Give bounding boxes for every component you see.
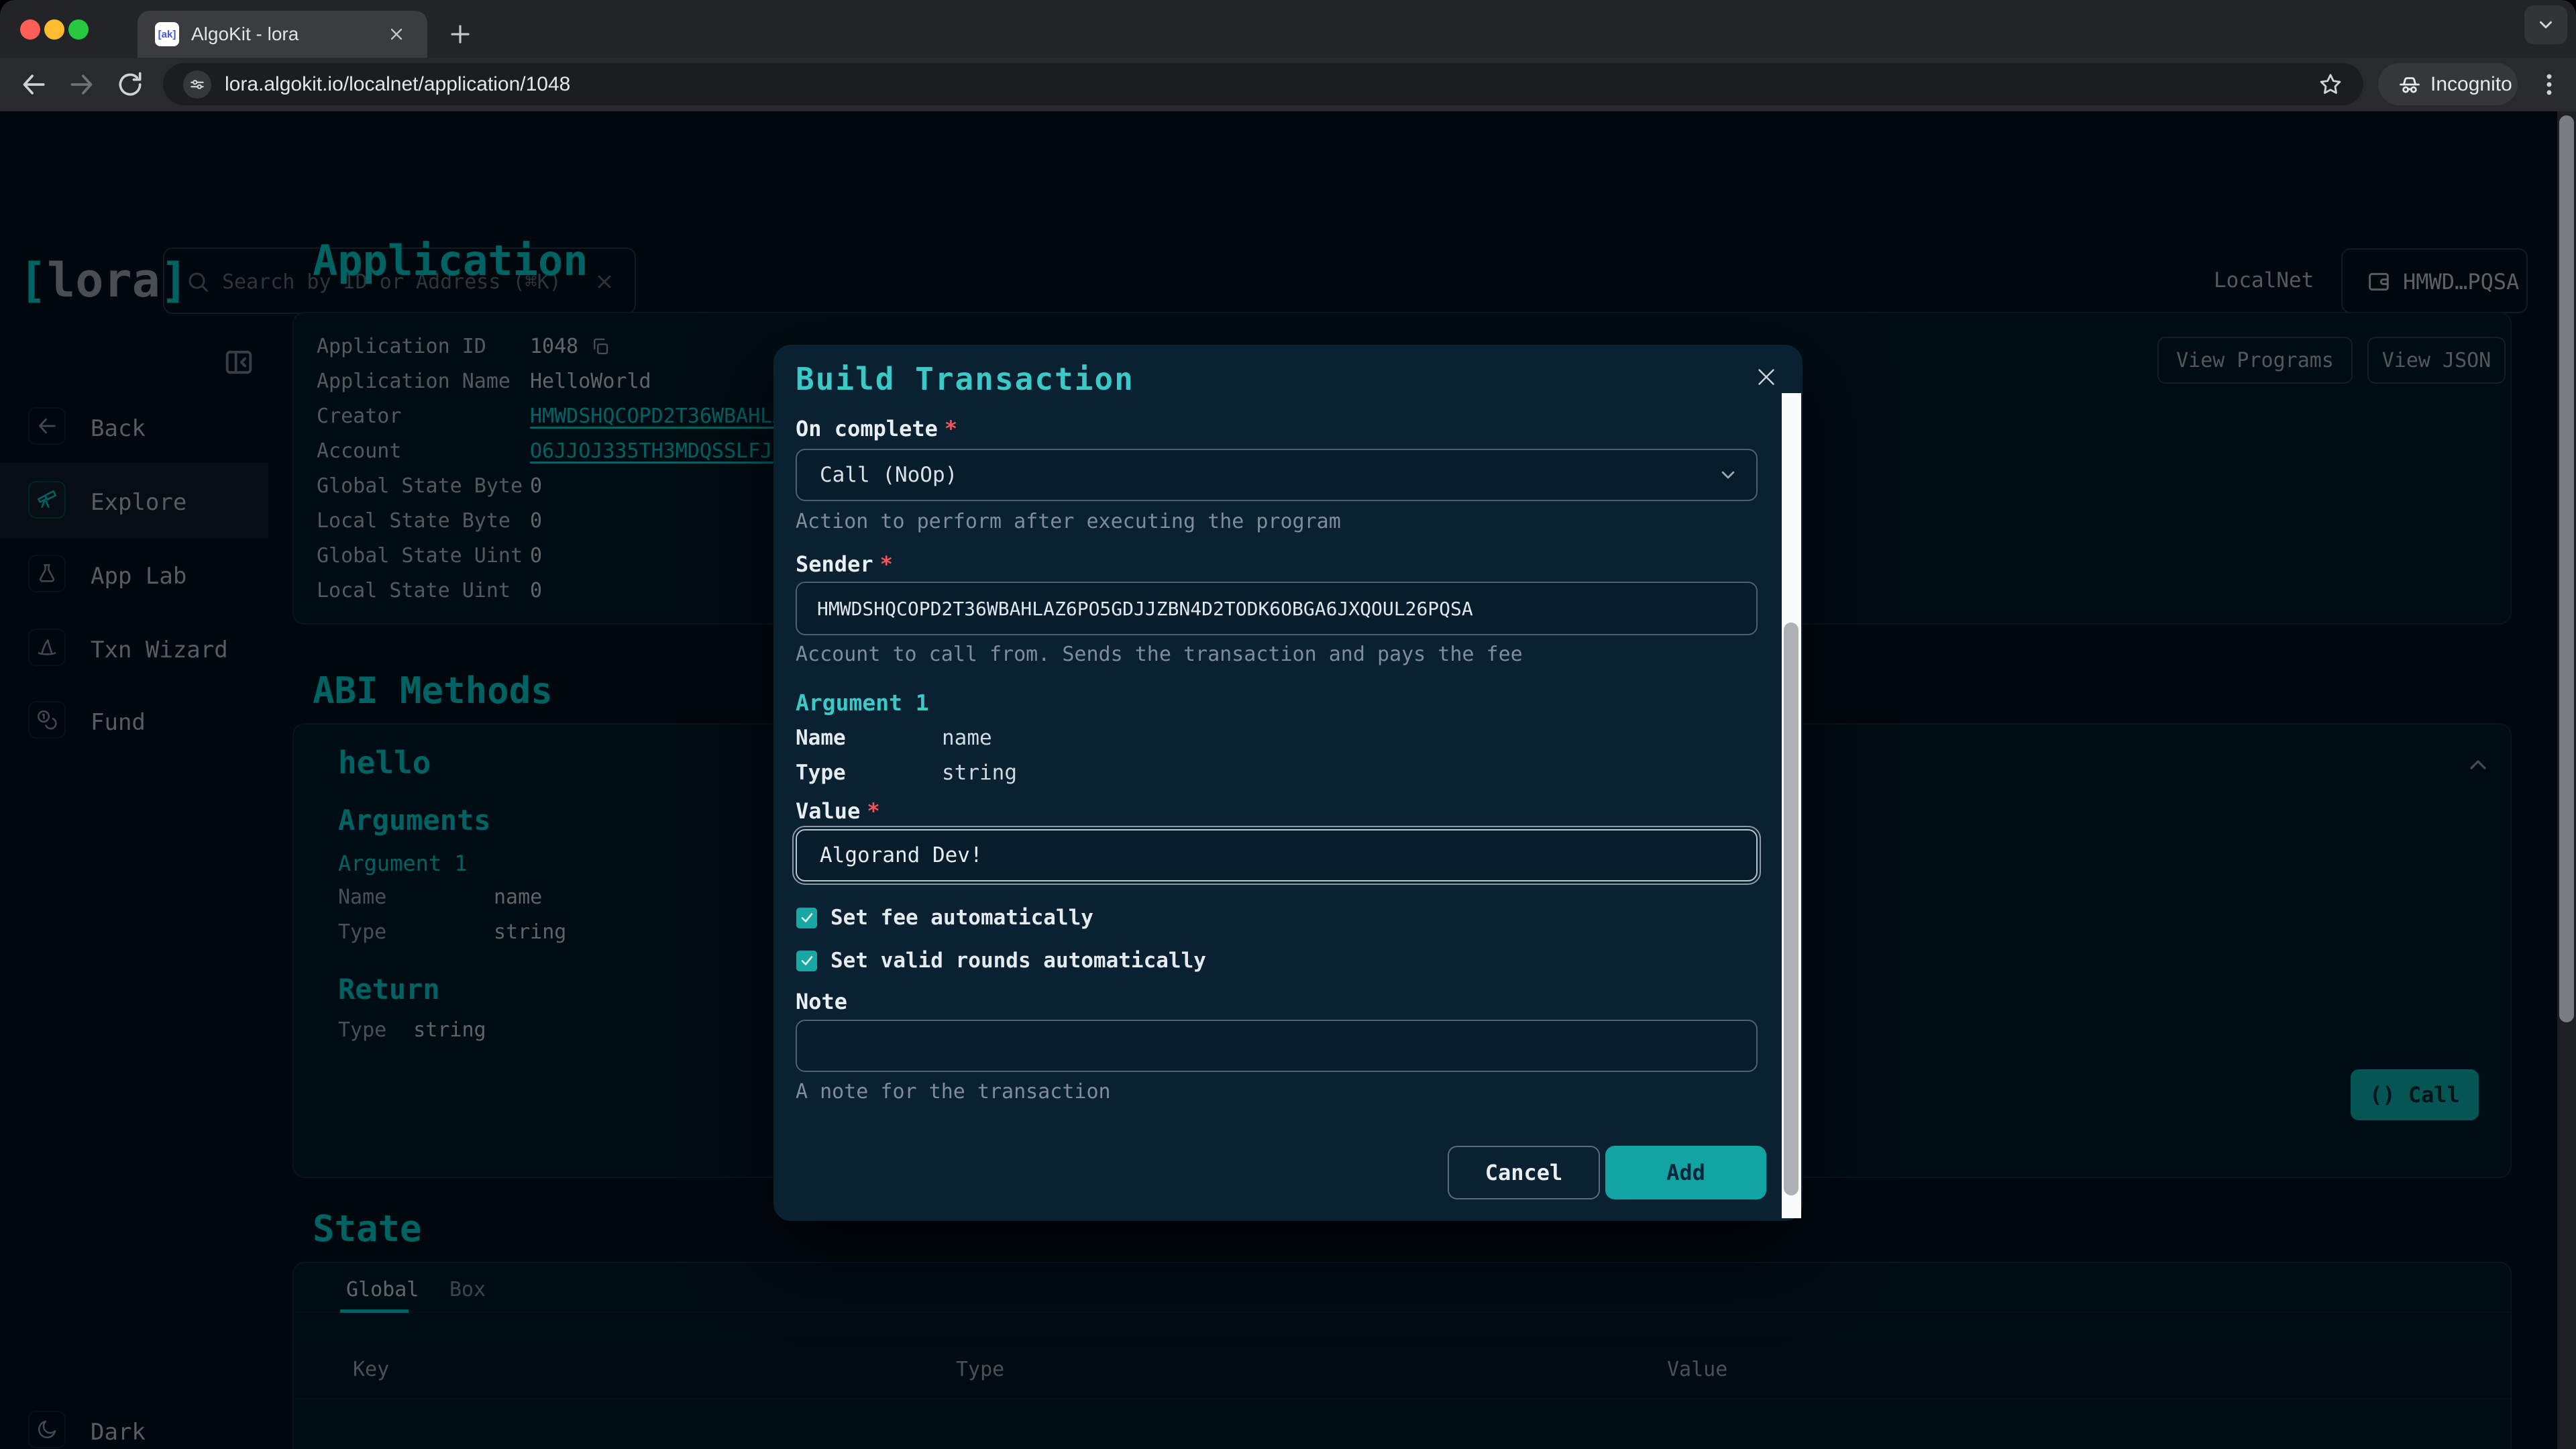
set-valid-rounds-checkbox-row[interactable]: Set valid rounds automatically (796, 949, 1206, 973)
url-text[interactable]: lora.algokit.io/localnet/application/104… (225, 63, 570, 105)
value-input[interactable]: Algorand Dev! (796, 829, 1758, 881)
argument-type-row: Type string (796, 761, 1017, 785)
dialog-title: Build Transaction (796, 361, 1134, 397)
checkbox-label: Set fee automatically (830, 906, 1093, 930)
new-tab-button[interactable] (444, 18, 476, 50)
back-nav-icon[interactable] (19, 70, 48, 99)
field-label-text: Sender (796, 551, 873, 577)
browser-toolbar: lora.algokit.io/localnet/application/104… (0, 58, 2576, 111)
bookmark-star-icon[interactable] (2318, 72, 2343, 97)
tab-title: AlgoKit - lora (191, 11, 299, 58)
browser-titlebar: [ak] AlgoKit - lora (0, 0, 2576, 58)
close-icon[interactable] (1754, 365, 1778, 389)
incognito-icon (2397, 72, 2422, 97)
checkbox-checked-icon[interactable] (796, 908, 817, 928)
forward-nav-icon[interactable] (67, 70, 97, 99)
on-complete-helper: Action to perform after executing the pr… (796, 510, 1341, 533)
note-label: Note (796, 989, 847, 1014)
field-label-text: On complete (796, 416, 938, 441)
checkbox-checked-icon[interactable] (796, 951, 817, 971)
value-label: Value * (796, 798, 880, 824)
sender-label: Sender * (796, 551, 893, 577)
site-settings-icon[interactable] (183, 70, 211, 99)
note-helper: A note for the transaction (796, 1080, 1111, 1104)
set-fee-checkbox-row[interactable]: Set fee automatically (796, 906, 1093, 930)
dialog-scrollbar-track[interactable] (1782, 393, 1801, 1218)
page-scrollbar-track[interactable] (2557, 111, 2576, 1449)
browser-window: [ak] AlgoKit - lora lora.algo (0, 0, 2576, 1449)
macos-close-button[interactable] (20, 19, 40, 40)
tab-favicon: [ak] (155, 22, 179, 46)
note-input[interactable] (796, 1020, 1758, 1072)
tab-search-chevron-button[interactable] (2524, 5, 2567, 44)
address-bar[interactable]: lora.algokit.io/localnet/application/104… (163, 63, 2363, 105)
page-scrollbar-thumb[interactable] (2559, 115, 2574, 1022)
sender-helper: Account to call from. Sends the transact… (796, 643, 1523, 666)
sender-input[interactable]: HMWDSHQCOPD2T36WBAHLAZ6PO5GDJJZBN4D2TODK… (796, 582, 1758, 635)
required-asterisk: * (945, 416, 957, 441)
checkbox-label: Set valid rounds automatically (830, 949, 1206, 973)
reload-icon[interactable] (115, 70, 145, 99)
favicon-text: [ak] (158, 29, 176, 40)
value-input-text: Algorand Dev! (820, 843, 983, 867)
argument-type-label: Type (796, 761, 942, 785)
browser-menu-icon[interactable] (2534, 70, 2564, 99)
tab-close-icon[interactable] (387, 25, 406, 44)
argument-name-label: Name (796, 726, 942, 750)
dialog-scrollbar-thumb[interactable] (1784, 623, 1799, 1195)
chevron-down-icon (1717, 464, 1739, 486)
build-transaction-dialog: Build Transaction On complete * Call (NoO… (773, 345, 1803, 1221)
argument-name-row: Name name (796, 726, 992, 750)
argument1-heading: Argument 1 (796, 690, 929, 716)
argument-name-value: name (942, 726, 992, 750)
field-label-text: Value (796, 798, 860, 824)
macos-minimize-button[interactable] (44, 19, 64, 40)
on-complete-label: On complete * (796, 416, 957, 441)
argument-type-value: string (942, 761, 1017, 785)
required-asterisk: * (880, 551, 893, 577)
incognito-label: Incognito (2430, 63, 2512, 105)
on-complete-value: Call (NoOp) (820, 463, 957, 487)
macos-maximize-button[interactable] (68, 19, 89, 40)
add-button[interactable]: Add (1605, 1146, 1766, 1199)
on-complete-select[interactable]: Call (NoOp) (796, 449, 1758, 501)
cancel-button[interactable]: Cancel (1448, 1146, 1600, 1199)
incognito-badge: Incognito (2378, 63, 2518, 105)
browser-tab[interactable]: [ak] AlgoKit - lora (138, 11, 427, 58)
required-asterisk: * (867, 798, 879, 824)
sender-value: HMWDSHQCOPD2T36WBAHLAZ6PO5GDJJZBN4D2TODK… (817, 598, 1473, 620)
